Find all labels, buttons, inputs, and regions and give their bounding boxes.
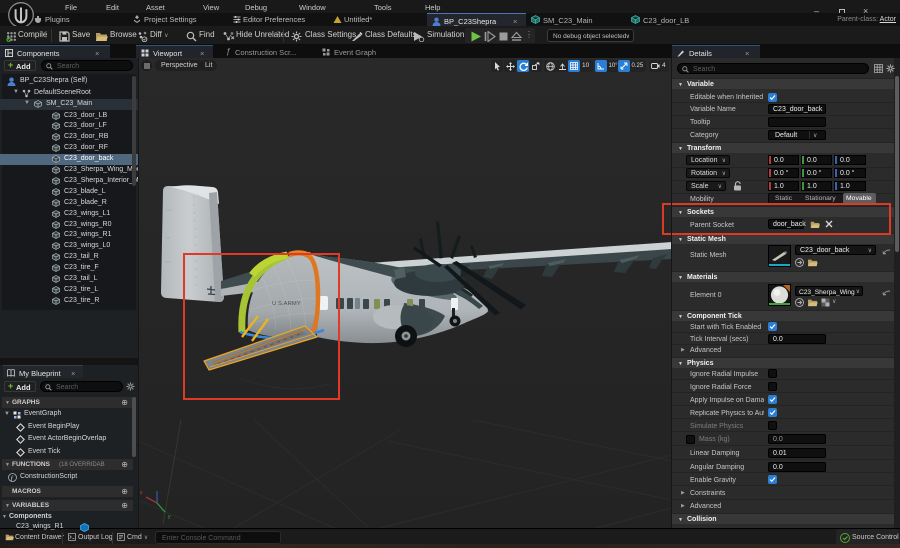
svg-text:y: y xyxy=(168,514,171,520)
svg-text:f: f xyxy=(11,475,14,482)
svg-text:x: x xyxy=(140,490,143,496)
svg-text:U S.ARMY: U S.ARMY xyxy=(272,301,301,307)
